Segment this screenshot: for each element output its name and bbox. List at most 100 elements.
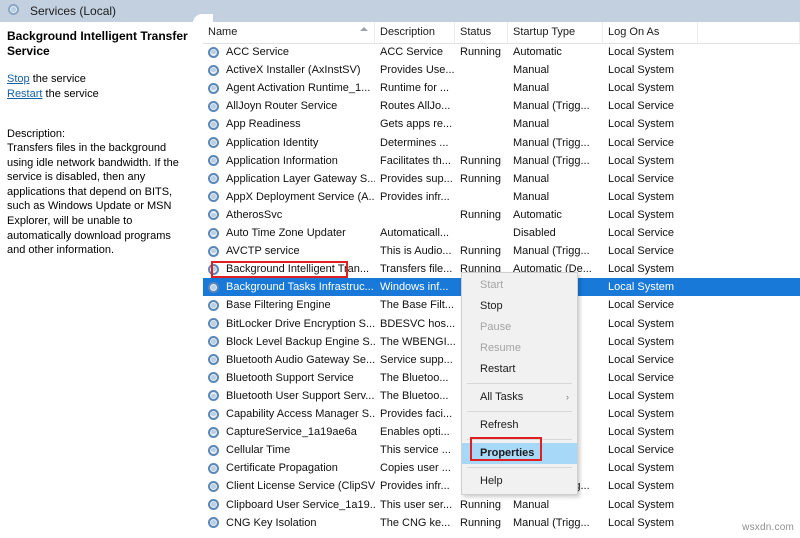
table-row[interactable]: Application Layer Gateway S...Provides s… bbox=[203, 170, 800, 188]
menu-item-all-tasks[interactable]: All Tasks › bbox=[462, 387, 577, 408]
cell-name: Background Tasks Infrastruc... bbox=[203, 278, 375, 296]
cell-description: This user ser... bbox=[375, 496, 455, 514]
table-row[interactable]: App ReadinessGets apps re...ManualLocal … bbox=[203, 115, 800, 133]
menu-item-label: Refresh bbox=[480, 419, 519, 431]
table-row[interactable]: Clipboard User Service_1a19...This user … bbox=[203, 496, 800, 514]
cell-name: Base Filtering Engine bbox=[203, 296, 375, 314]
cell-log-on-as: Local Service bbox=[603, 134, 698, 152]
cell-status bbox=[455, 61, 508, 79]
watermark: wsxdn.com bbox=[742, 522, 794, 533]
cell-log-on-as: Local System bbox=[603, 206, 698, 224]
tab-title: Services (Local) bbox=[30, 4, 116, 18]
cell-description: BDESVC hos... bbox=[375, 315, 455, 333]
cell-startup-type: Manual bbox=[508, 170, 603, 188]
restart-service-link[interactable]: Restart bbox=[7, 88, 42, 100]
column-header-startup-type[interactable]: Startup Type bbox=[508, 22, 603, 43]
cell-description: Provides Use... bbox=[375, 61, 455, 79]
table-row[interactable]: AppX Deployment Service (A...Provides in… bbox=[203, 188, 800, 206]
cell-log-on-as: Local System bbox=[603, 315, 698, 333]
cell-log-on-as: Local Service bbox=[603, 224, 698, 242]
table-row[interactable]: AllJoyn Router ServiceRoutes AllJo...Man… bbox=[203, 97, 800, 115]
cell-log-on-as: Local System bbox=[603, 496, 698, 514]
column-header-description[interactable]: Description bbox=[375, 22, 455, 43]
cell-description: Provides infr... bbox=[375, 188, 455, 206]
cell-status bbox=[455, 97, 508, 115]
cell-log-on-as: Local System bbox=[603, 405, 698, 423]
cell-status bbox=[455, 79, 508, 97]
cell-description: Runtime for ... bbox=[375, 79, 455, 97]
menu-item-refresh[interactable]: Refresh bbox=[462, 415, 577, 436]
table-row[interactable]: Application InformationFacilitates th...… bbox=[203, 152, 800, 170]
cell-name: BitLocker Drive Encryption S... bbox=[203, 315, 375, 333]
cell-description: Windows inf... bbox=[375, 278, 455, 296]
cell-log-on-as: Local System bbox=[603, 278, 698, 296]
cell-startup-type: Manual (Trigg... bbox=[508, 242, 603, 260]
cell-name: Background Intelligent Tran... bbox=[203, 260, 375, 278]
chevron-right-icon: › bbox=[566, 387, 569, 408]
menu-item-properties[interactable]: Properties bbox=[462, 443, 577, 464]
cell-startup-type: Manual (Trigg... bbox=[508, 514, 603, 532]
cell-log-on-as: Local Service bbox=[603, 296, 698, 314]
cell-log-on-as: Local Service bbox=[603, 351, 698, 369]
sort-ascending-icon bbox=[360, 27, 368, 31]
cell-name: Block Level Backup Engine S... bbox=[203, 333, 375, 351]
stop-service-link[interactable]: Stop bbox=[7, 73, 30, 85]
column-header-name[interactable]: Name bbox=[203, 22, 375, 43]
cell-log-on-as: Local System bbox=[603, 423, 698, 441]
cell-startup-type: Disabled bbox=[508, 224, 603, 242]
table-row[interactable]: Application IdentityDetermines ...Manual… bbox=[203, 134, 800, 152]
cell-log-on-as: Local System bbox=[603, 514, 698, 532]
cell-log-on-as: Local Service bbox=[603, 170, 698, 188]
menu-item-help[interactable]: Help bbox=[462, 471, 577, 492]
cell-status bbox=[455, 134, 508, 152]
cell-log-on-as: Local System bbox=[603, 333, 698, 351]
cell-name: AppX Deployment Service (A... bbox=[203, 188, 375, 206]
menu-item-label: Stop bbox=[480, 300, 503, 312]
menu-item-label: Resume bbox=[480, 342, 521, 354]
cell-description: Provides faci... bbox=[375, 405, 455, 423]
cell-description: The WBENGI... bbox=[375, 333, 455, 351]
cell-log-on-as: Local Service bbox=[603, 97, 698, 115]
cell-name: Capability Access Manager S... bbox=[203, 405, 375, 423]
cell-startup-type: Manual (Trigg... bbox=[508, 152, 603, 170]
cell-status: Running bbox=[455, 170, 508, 188]
cell-log-on-as: Local System bbox=[603, 43, 698, 61]
menu-separator bbox=[467, 439, 572, 440]
tab-services-local[interactable]: Services (Local) bbox=[0, 0, 800, 23]
cell-description: The Bluetoo... bbox=[375, 387, 455, 405]
table-row[interactable]: Auto Time Zone UpdaterAutomaticall...Dis… bbox=[203, 224, 800, 242]
table-row[interactable]: AVCTP serviceThis is Audio...RunningManu… bbox=[203, 242, 800, 260]
cell-name: Bluetooth Support Service bbox=[203, 369, 375, 387]
cell-log-on-as: Local System bbox=[603, 459, 698, 477]
cell-log-on-as: Local System bbox=[603, 387, 698, 405]
context-menu[interactable]: StartStopPauseResumeRestartAll Tasks›Ref… bbox=[461, 272, 578, 495]
list-header: Name Description Status Startup Type Log… bbox=[203, 22, 800, 44]
cell-name: Auto Time Zone Updater bbox=[203, 224, 375, 242]
cell-startup-type: Manual (Trigg... bbox=[508, 97, 603, 115]
cell-status: Running bbox=[455, 43, 508, 61]
menu-item-label: Properties bbox=[480, 447, 534, 459]
table-row[interactable]: ACC ServiceACC ServiceRunningAutomaticLo… bbox=[203, 43, 800, 61]
table-row[interactable]: ActiveX Installer (AxInstSV)Provides Use… bbox=[203, 61, 800, 79]
cell-startup-type: Manual bbox=[508, 496, 603, 514]
menu-item-stop[interactable]: Stop bbox=[462, 296, 577, 317]
table-row[interactable]: Agent Activation Runtime_1...Runtime for… bbox=[203, 79, 800, 97]
menu-item-pause: Pause bbox=[462, 317, 577, 338]
cell-name: Application Information bbox=[203, 152, 375, 170]
table-row[interactable]: CNG Key IsolationThe CNG ke...RunningMan… bbox=[203, 514, 800, 532]
menu-item-label: All Tasks bbox=[480, 391, 523, 403]
cell-startup-type: Automatic bbox=[508, 43, 603, 61]
cell-description: Provides infr... bbox=[375, 477, 455, 495]
column-header-log-on-as[interactable]: Log On As bbox=[603, 22, 698, 43]
cell-name: Bluetooth Audio Gateway Se... bbox=[203, 351, 375, 369]
cell-description: Facilitates th... bbox=[375, 152, 455, 170]
stop-service-line: Stop the service bbox=[7, 72, 193, 87]
service-action-links: Stop the service Restart the service bbox=[7, 72, 193, 102]
cell-status: Running bbox=[455, 496, 508, 514]
table-row[interactable]: AtherosSvcRunningAutomaticLocal System bbox=[203, 206, 800, 224]
column-header-status[interactable]: Status bbox=[455, 22, 508, 43]
cell-startup-type: Manual bbox=[508, 115, 603, 133]
cell-name: Client License Service (ClipSV... bbox=[203, 477, 375, 495]
cell-name: App Readiness bbox=[203, 115, 375, 133]
menu-item-restart[interactable]: Restart bbox=[462, 359, 577, 380]
